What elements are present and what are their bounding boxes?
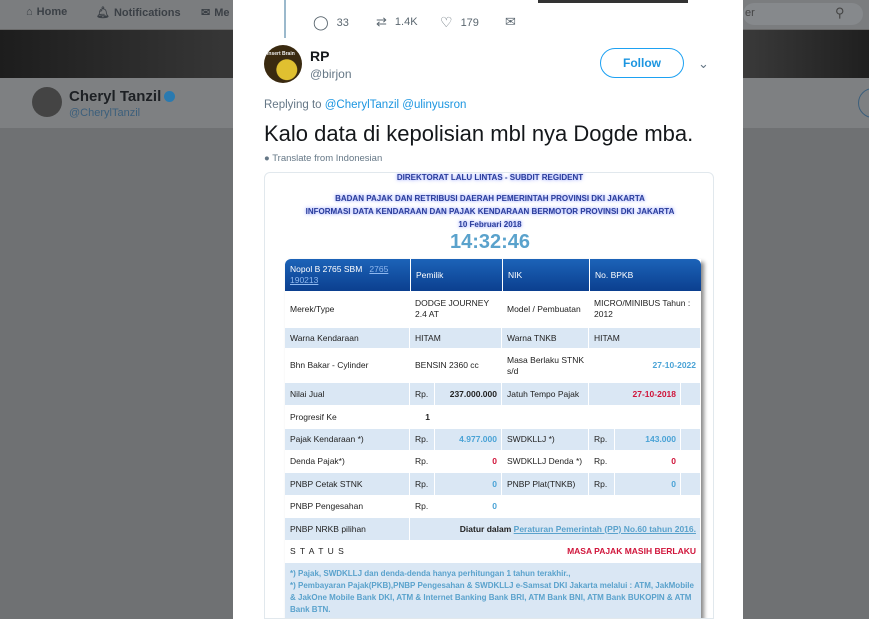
- table-cell-nilai: Rp.: [410, 383, 434, 405]
- heart-icon: ♡: [440, 14, 453, 30]
- table-cell-cetak: Rp.: [410, 473, 434, 495]
- replying-to: Replying to @CherylTanzil @ulinyusron: [264, 99, 467, 111]
- nav-notifications[interactable]: 🔔︎ Notifications: [96, 6, 181, 20]
- note-line: *) Pajak, SWDKLLJ dan denda-denda hanya …: [290, 569, 571, 578]
- follow-button-partial[interactable]: [858, 88, 869, 118]
- note-line: *) Pembayaran Pajak(PKB),PNBP Pengesahan…: [290, 581, 694, 614]
- table-cell-denda: Rp.: [410, 451, 434, 472]
- mail-icon: ✉: [505, 14, 516, 29]
- table-cell-cetak: 0: [435, 473, 501, 495]
- table-cell-warna: HITAM: [410, 328, 501, 348]
- author-handle[interactable]: @birjon: [310, 67, 352, 81]
- reply-button[interactable]: ◯ 33: [313, 14, 349, 31]
- thread-line: [284, 0, 286, 38]
- table-cell-denda: Rp.: [589, 451, 614, 472]
- table-cell-pajak: SWDKLLJ *): [502, 429, 588, 450]
- chevron-down-icon[interactable]: ⌄: [698, 56, 709, 72]
- table-cell-pajak: 143.000: [615, 429, 680, 450]
- mention-link[interactable]: @ulinyusron: [402, 99, 466, 111]
- reply-icon: ◯: [313, 14, 329, 30]
- doc-time: 14:32:46: [449, 231, 531, 253]
- table-cell-denda: Denda Pajak*): [285, 451, 409, 472]
- author-name[interactable]: RP: [310, 48, 329, 64]
- table-cell-denda: [681, 451, 700, 472]
- table-cell-pengesahan: Rp.: [410, 496, 434, 517]
- table-cell-cetak: 0: [615, 473, 680, 495]
- verified-icon: [164, 91, 175, 102]
- table-cell-nilai: 237.000.000: [435, 383, 501, 405]
- home-icon: ⌂: [26, 6, 33, 18]
- table-cell-warna: HITAM: [589, 328, 700, 348]
- th-nopol: Nopol B 2765 SBM 2765 190213: [285, 259, 410, 291]
- table-cell-cetak: PNBP Cetak STNK: [285, 473, 409, 495]
- profile-handle[interactable]: @CherylTanzil: [69, 107, 140, 119]
- table-cell-nilai: [681, 383, 700, 405]
- doc-header: DIREKTORAT LALU LINTAS - SUBDIT REGIDENT: [396, 173, 584, 182]
- table-cell-status: S T A T U S: [285, 541, 409, 562]
- table-cell-pajak: 4.977.000: [435, 429, 501, 450]
- dm-button[interactable]: ✉: [505, 14, 516, 30]
- doc-header: BADAN PAJAK DAN RETRIBUSI DAERAH PEMERIN…: [335, 194, 645, 203]
- like-button[interactable]: ♡ 179: [440, 14, 479, 31]
- th-bpkb: No. BPKB: [590, 259, 701, 291]
- nav-messages[interactable]: ✉ Me: [201, 6, 230, 20]
- avatar[interactable]: [32, 87, 62, 117]
- table-cell-pengesahan: PNBP Pengesahan: [285, 496, 409, 517]
- th-nik: NIK: [503, 259, 589, 291]
- table-cell-nilai: Nilai Jual: [285, 383, 409, 405]
- table-cell-warna: Warna TNKB: [502, 328, 588, 348]
- table-cell-merek: MICRO/MINIBUS Tahun : 2012: [589, 291, 700, 327]
- table-cell-pajak: Rp.: [589, 429, 614, 450]
- regulation-link[interactable]: Peraturan Pemerintah (PP) No.60 tahun 20…: [514, 524, 696, 535]
- prev-media: [538, 0, 688, 3]
- table-cell-progresif: 1: [410, 406, 434, 428]
- table-cell-denda: 0: [435, 451, 501, 472]
- table-cell-warna: Warna Kendaraan: [285, 328, 409, 348]
- mention-link[interactable]: @CherylTanzil: [325, 99, 399, 111]
- table-cell-bbm: BENSIN 2360 cc: [410, 349, 501, 382]
- nrkb-text: Diatur dalam: [459, 523, 514, 534]
- table-cell-merek: Merek/Type: [285, 291, 409, 327]
- table-cell-denda: SWDKLLJ Denda *): [502, 451, 588, 472]
- table-cell-bbm: Masa Berlaku STNK s/d: [502, 349, 588, 382]
- table-cell-merek: DODGE JOURNEY 2.4 AT: [410, 291, 501, 327]
- profile-name[interactable]: Cheryl Tanzil: [69, 88, 161, 105]
- table-cell-cetak: PNBP Plat(TNKB): [502, 473, 588, 495]
- search-input[interactable]: er ⚲: [743, 3, 863, 25]
- table-cell-status: MASA PAJAK MASIH BERLAKU: [410, 541, 700, 562]
- table-cell-nilai: 27-10-2018: [589, 383, 680, 405]
- table-cell-bbm: Bhn Bakar - Cylinder: [285, 349, 409, 382]
- doc-date: 10 Februari 2018: [458, 220, 522, 229]
- retweet-icon: ⇄: [376, 14, 387, 29]
- doc-header: INFORMASI DATA KENDARAAN DAN PAJAK KENDA…: [305, 207, 675, 216]
- table-cell-merek: Model / Pembuatan: [502, 291, 588, 327]
- table-cell-progresif: Progresif Ke: [285, 406, 409, 428]
- table-cell-pajak: Pajak Kendaraan *): [285, 429, 409, 450]
- table-cell-cetak: Rp.: [589, 473, 614, 495]
- notes: *) Pajak, SWDKLLJ dan denda-denda hanya …: [285, 563, 701, 618]
- table-cell-bbm: 27-10-2022: [589, 349, 700, 382]
- vehicle-table: Nopol B 2765 SBM 2765 190213 Pemilik NIK…: [285, 259, 701, 618]
- th-pemilik: Pemilik: [411, 259, 502, 291]
- table-cell-nilai: Jatuh Tempo Pajak: [502, 383, 588, 405]
- nav-home[interactable]: ⌂ Home: [26, 6, 67, 18]
- table-cell-nrkb: PNBP NRKB pilihan: [285, 518, 409, 540]
- retweet-button[interactable]: ⇄ 1.4K: [376, 14, 418, 30]
- table-cell-nrkb: Diatur dalam Peraturan Pemerintah (PP) N…: [410, 518, 700, 540]
- table-cell-denda: 0: [615, 451, 680, 472]
- avatar[interactable]: Insert Brain: [264, 45, 302, 83]
- table-cell-pengesahan: 0: [435, 496, 501, 517]
- bell-icon: 🔔︎: [96, 7, 110, 19]
- search-icon[interactable]: ⚲: [835, 5, 845, 21]
- follow-button[interactable]: Follow: [600, 48, 684, 78]
- tweet-image[interactable]: DIREKTORAT LALU LINTAS - SUBDIT REGIDENT…: [264, 172, 714, 619]
- globe-icon: ●: [264, 153, 270, 164]
- table-cell-pajak: [681, 429, 700, 450]
- translate-link[interactable]: ● Translate from Indonesian: [264, 153, 382, 164]
- table-cell-pajak: Rp.: [410, 429, 434, 450]
- table-cell-cetak: [681, 473, 700, 495]
- tweet-text: Kalo data di kepolisian mbl nya Dogde mb…: [264, 121, 694, 146]
- mail-icon: ✉: [201, 7, 211, 19]
